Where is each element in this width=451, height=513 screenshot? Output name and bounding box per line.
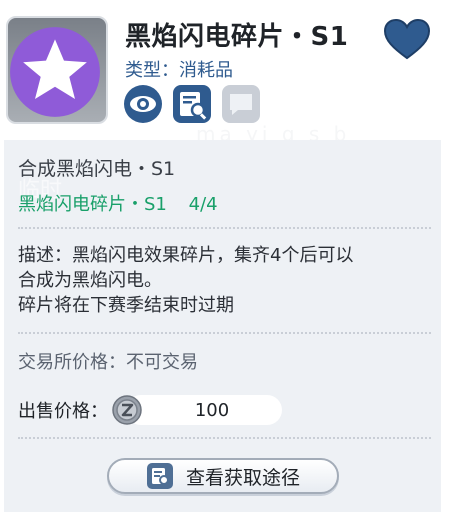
heart-icon[interactable] xyxy=(383,18,431,60)
item-detail-panel: 合成黑焰闪电・S1 临时 黑焰闪电碎片・S1 4/4 描述：黑焰闪电效果碎片，集… xyxy=(4,140,441,512)
description-line: 合成为黑焰闪电。 xyxy=(18,270,162,291)
sell-price-amount: 100 xyxy=(194,399,230,421)
preview-button[interactable] xyxy=(123,84,163,124)
view-source-button[interactable]: 查看获取途径 xyxy=(107,458,339,494)
eye-icon xyxy=(124,85,162,123)
view-source-label: 查看获取途径 xyxy=(185,466,300,489)
item-description: 描述：黑焰闪电效果碎片，集齐4个后可以 合成为黑焰闪电。 碎片将在下赛季结束时过… xyxy=(18,243,431,318)
chat-button[interactable] xyxy=(221,84,261,124)
synthesis-title: 合成黑焰闪电・S1 xyxy=(18,158,176,180)
chat-bubble-icon xyxy=(222,85,260,123)
divider xyxy=(18,437,431,439)
sell-price-value: 100 xyxy=(126,395,282,425)
star-badge-icon xyxy=(10,27,100,117)
fragment-name: 黑焰闪电碎片・S1 xyxy=(18,194,167,215)
exchange-price: 交易所价格：不可交易 xyxy=(18,352,198,373)
divider xyxy=(18,227,431,229)
silver-coin-icon xyxy=(112,395,142,425)
item-action-icons xyxy=(123,84,261,124)
item-header: 黑焰闪电碎片・S1 类型：消耗品 ma yi g s b xyxy=(0,0,451,146)
item-title: 黑焰闪电碎片・S1 xyxy=(125,22,349,52)
document-search-icon xyxy=(173,85,211,123)
item-thumbnail[interactable] xyxy=(6,16,108,124)
sell-price-row: 出售价格： 100 xyxy=(18,392,431,428)
description-line: 碎片将在下赛季结束时过期 xyxy=(18,295,234,316)
fragment-progress: 黑焰闪电碎片・S1 4/4 xyxy=(18,190,431,216)
fragment-count: 4/4 xyxy=(188,194,218,215)
item-type: 类型：消耗品 xyxy=(125,60,233,81)
document-search-icon xyxy=(146,463,173,489)
detail-button[interactable] xyxy=(172,84,212,124)
divider xyxy=(18,332,431,334)
sell-price-label: 出售价格： xyxy=(18,401,108,422)
description-line: 描述：黑焰闪电效果碎片，集齐4个后可以 xyxy=(18,245,354,266)
